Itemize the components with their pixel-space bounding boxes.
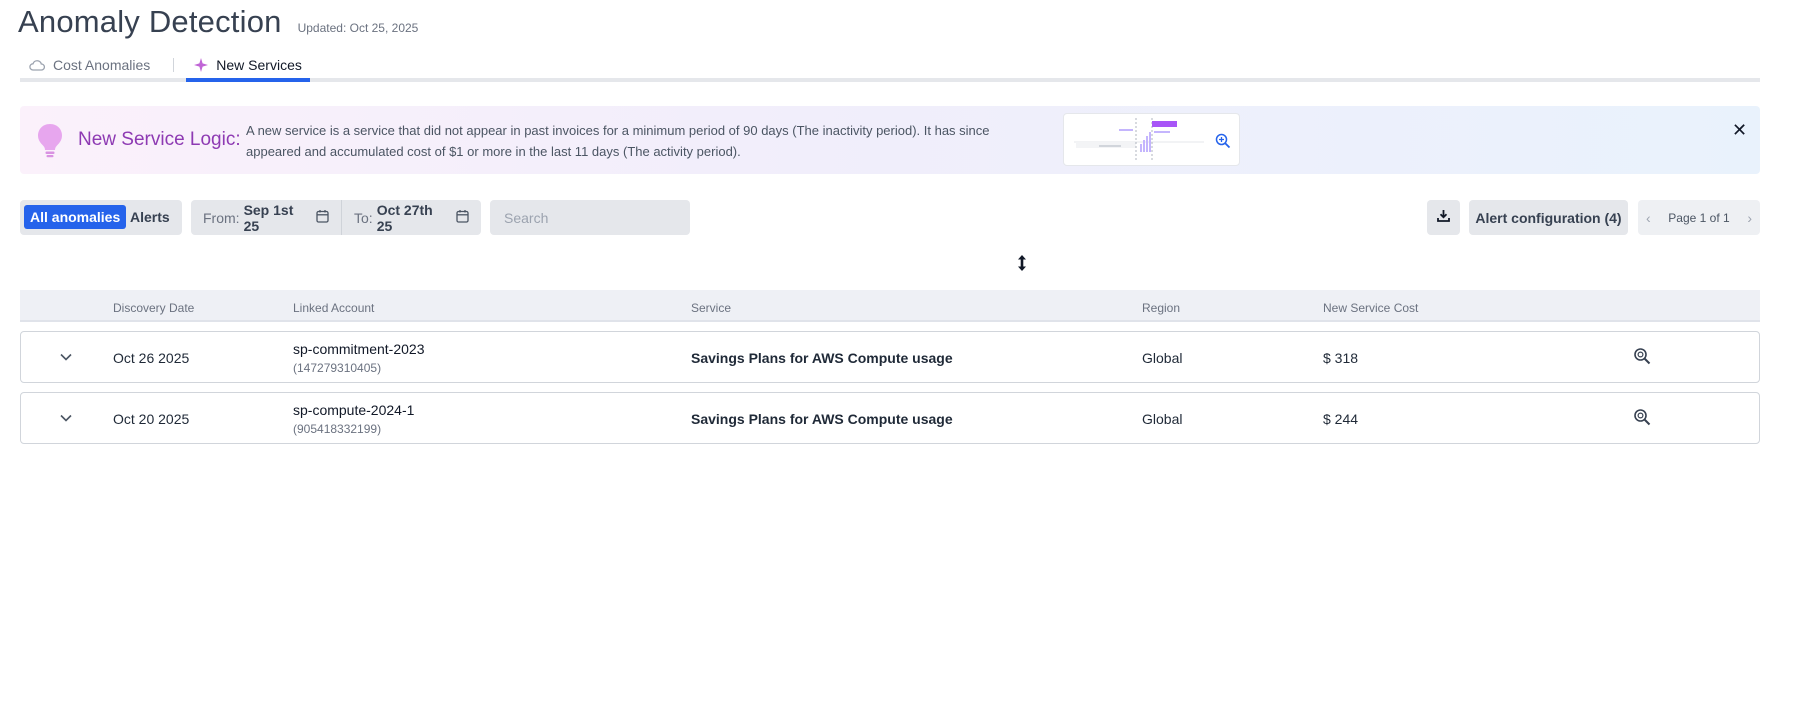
calendar-icon xyxy=(306,209,329,226)
prev-page-button[interactable]: ‹ xyxy=(1646,210,1651,226)
tab-label: New Services xyxy=(216,57,302,73)
calendar-icon xyxy=(446,209,469,226)
chevron-down-icon[interactable] xyxy=(59,411,73,428)
from-label: From: xyxy=(203,209,240,226)
page-title: Anomaly Detection xyxy=(18,4,282,39)
to-label: To: xyxy=(354,209,373,226)
tab-new-services[interactable]: New Services xyxy=(186,52,310,82)
close-icon[interactable]: ✕ xyxy=(1732,120,1747,141)
chevron-down-icon[interactable] xyxy=(59,350,73,367)
new-service-cost: $ 244 xyxy=(1323,411,1359,427)
service-name: Savings Plans for AWS Compute usage xyxy=(691,350,953,366)
column-header-linked-account[interactable]: Linked Account xyxy=(293,301,374,315)
download-icon xyxy=(1437,209,1450,227)
pagination: ‹ Page 1 of 1 › xyxy=(1638,200,1760,235)
logic-diagram-thumbnail[interactable] xyxy=(1063,113,1240,166)
tab-label: Cost Anomalies xyxy=(53,57,151,73)
search-input[interactable] xyxy=(490,200,690,235)
linked-account-id: (905418332199) xyxy=(293,422,382,436)
updated-timestamp: Updated: Oct 25, 2025 xyxy=(297,21,419,35)
banner-title: New Service Logic: xyxy=(78,129,241,150)
new-service-cost: $ 318 xyxy=(1323,350,1359,366)
magnify-icon[interactable] xyxy=(1633,408,1651,429)
tab-divider xyxy=(173,58,175,72)
linked-account-name: sp-compute-2024-1 xyxy=(293,402,415,418)
zoom-in-icon xyxy=(1215,133,1231,154)
cloud-icon xyxy=(29,59,45,71)
tab-cost-anomalies[interactable]: Cost Anomalies xyxy=(20,52,159,78)
lightbulb-icon xyxy=(35,122,65,163)
download-button[interactable] xyxy=(1427,200,1460,235)
to-date-value: Oct 27th 25 xyxy=(376,201,433,234)
table-row[interactable]: Oct 20 2025 sp-compute-2024-1 (905418332… xyxy=(20,392,1760,444)
next-page-button[interactable]: › xyxy=(1747,210,1752,226)
filter-toolbar: All anomalies Alerts From: Sep 1st 25 To… xyxy=(0,200,1814,236)
info-banner: New Service Logic: A new service is a se… xyxy=(20,106,1760,174)
column-header-region[interactable]: Region xyxy=(1142,301,1180,315)
linked-account-name: sp-commitment-2023 xyxy=(293,341,425,357)
view-toggle: All anomalies Alerts xyxy=(20,200,182,235)
to-date-field[interactable]: To: Oct 27th 25 xyxy=(342,200,481,235)
date-range-picker: From: Sep 1st 25 To: Oct 27th 25 xyxy=(191,200,481,235)
tab-bar: Cost Anomalies New Services xyxy=(20,52,1760,82)
sparkle-icon xyxy=(194,58,209,72)
region: Global xyxy=(1142,411,1183,427)
banner-description: A new service is a service that did not … xyxy=(246,123,990,159)
magnify-icon[interactable] xyxy=(1633,347,1651,368)
discovery-date: Oct 20 2025 xyxy=(113,411,190,427)
table-row[interactable]: Oct 26 2025 sp-commitment-2023 (14727931… xyxy=(20,331,1760,383)
service-name: Savings Plans for AWS Compute usage xyxy=(691,411,953,427)
alerts-button[interactable]: Alerts xyxy=(124,205,176,229)
region: Global xyxy=(1142,350,1183,366)
discovery-date: Oct 26 2025 xyxy=(113,350,190,366)
page-header: Anomaly Detection Updated: Oct 25, 2025 xyxy=(18,4,418,40)
from-date-field[interactable]: From: Sep 1st 25 xyxy=(191,200,341,235)
column-header-discovery-date[interactable]: Discovery Date xyxy=(113,301,194,315)
all-anomalies-button[interactable]: All anomalies xyxy=(24,205,127,229)
table-header: Discovery Date Linked Account Service Re… xyxy=(20,290,1760,322)
column-header-new-service-cost[interactable]: New Service Cost xyxy=(1323,301,1418,315)
from-date-value: Sep 1st 25 xyxy=(243,201,294,234)
page-indicator: Page 1 of 1 xyxy=(1668,210,1730,225)
linked-account-id: (147279310405) xyxy=(293,361,382,375)
resize-vertical-icon xyxy=(1016,254,1028,277)
diagram-preview-icon xyxy=(1074,118,1204,162)
alert-configuration-button[interactable]: Alert configuration (4) xyxy=(1469,200,1628,235)
column-header-service[interactable]: Service xyxy=(691,301,731,315)
